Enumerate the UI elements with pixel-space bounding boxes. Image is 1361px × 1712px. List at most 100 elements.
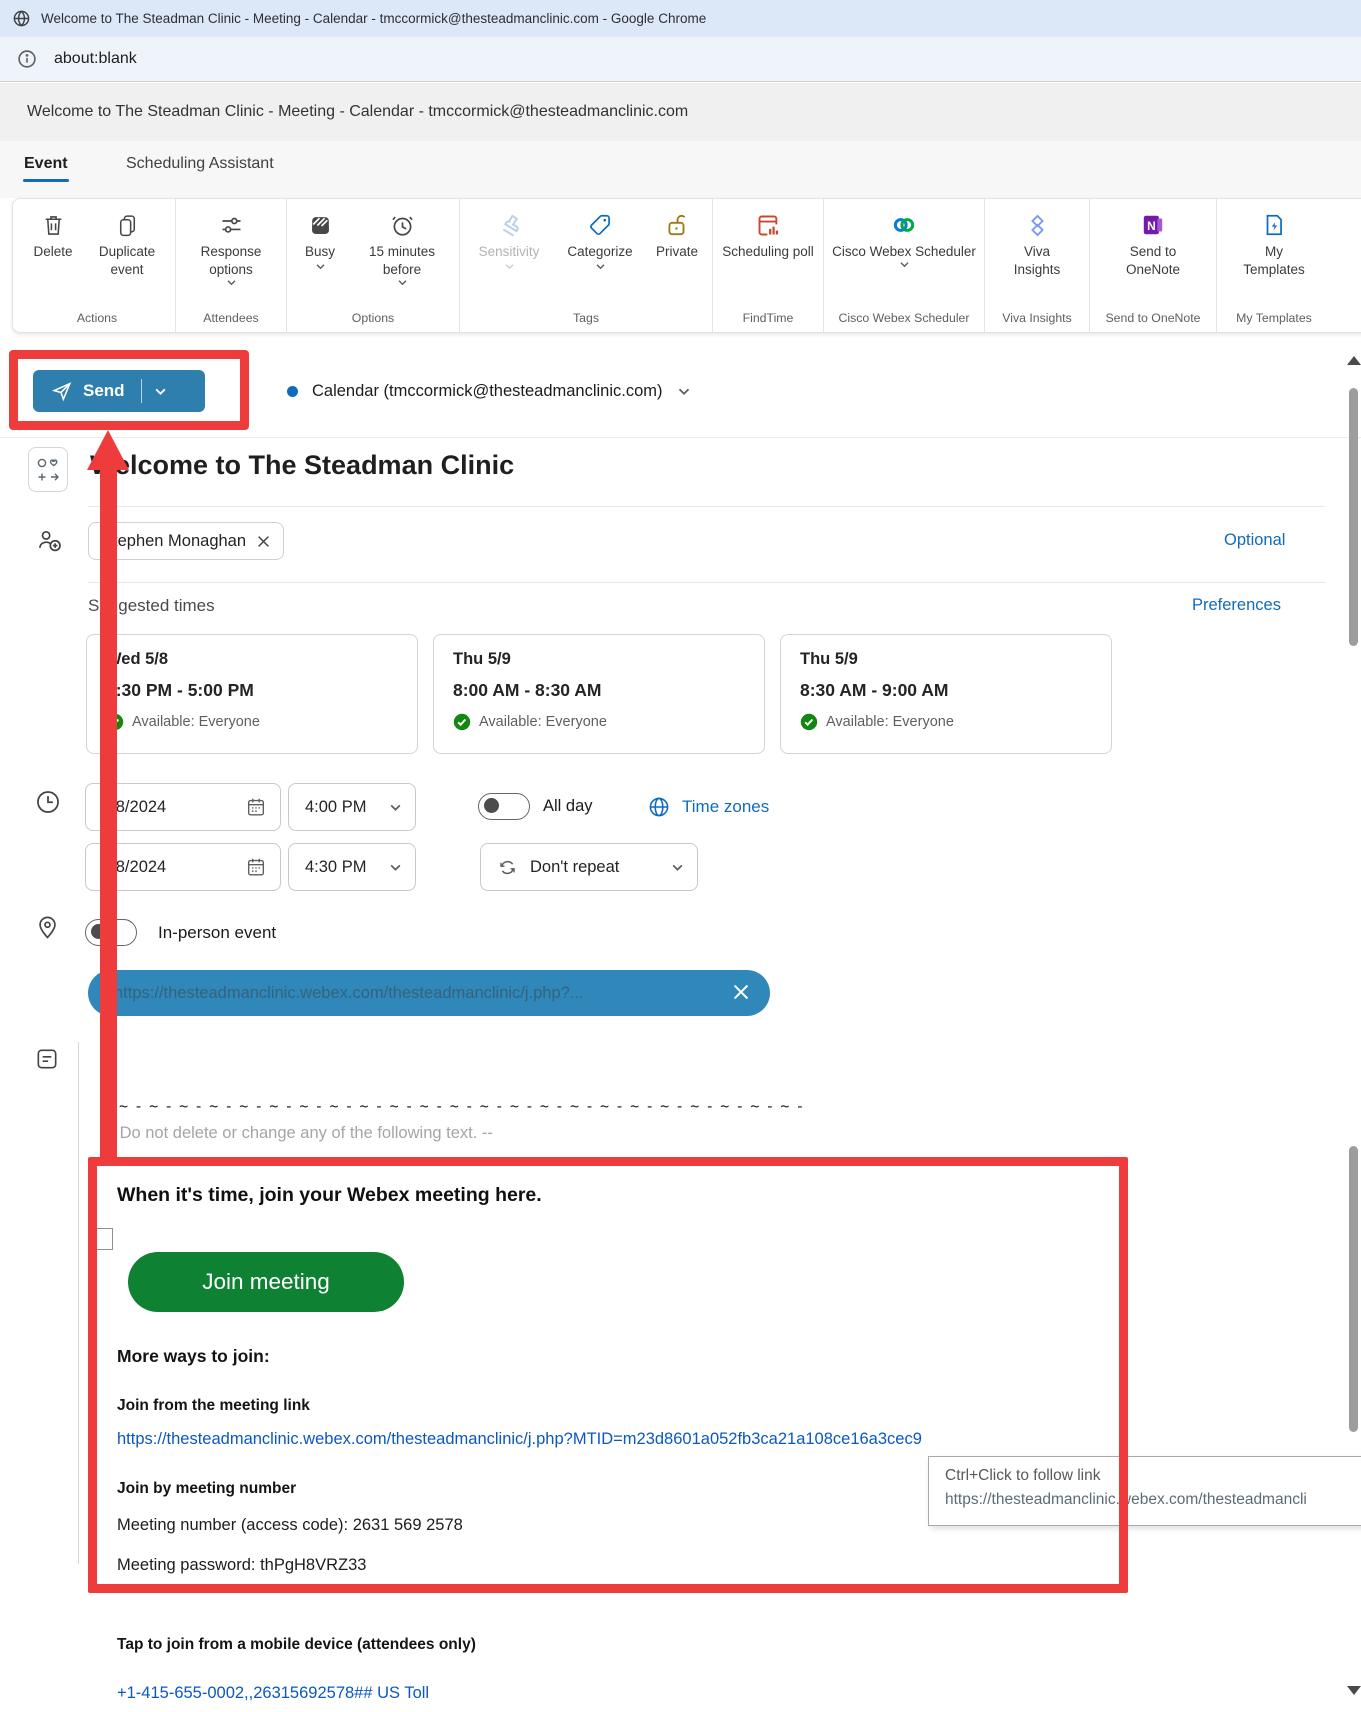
calendar-selector[interactable]: Calendar (tmccormick@thesteadmanclinic.c…: [287, 370, 691, 412]
ribbon-group-label: Attendees: [203, 311, 259, 325]
reminder-button[interactable]: 15 minutes before: [349, 199, 455, 286]
address-bar[interactable]: about:blank: [0, 37, 1361, 82]
more-ways-heading: More ways to join:: [117, 1346, 270, 1366]
scrollbar-thumb[interactable]: [1349, 388, 1358, 646]
calendar-icon[interactable]: [245, 856, 267, 878]
chevron-down-icon: [504, 264, 514, 270]
preferences-link[interactable]: Preferences: [1192, 596, 1281, 615]
url-text[interactable]: about:blank: [54, 50, 137, 68]
suggested-date: Wed 5/8: [106, 650, 169, 668]
availability-text: Available: Everyone: [479, 714, 607, 730]
send-to-onenote-button[interactable]: N Send to OneNote: [1094, 199, 1212, 279]
all-day-label: All day: [543, 797, 593, 815]
chevron-down-icon: [155, 388, 166, 395]
suggested-time-card[interactable]: Thu 5/9 8:30 AM - 9:00 AM Available: Eve…: [780, 634, 1112, 754]
sensitivity-button: Sensitivity: [464, 199, 554, 270]
link-tooltip: Ctrl+Click to follow link https://theste…: [928, 1456, 1361, 1526]
ribbon-button-label: My Templates: [1243, 244, 1305, 277]
ribbon-group-tags: Sensitivity Categorize Private Tags: [459, 199, 712, 332]
my-templates-button[interactable]: My Templates: [1221, 199, 1327, 279]
event-charm-picker-button[interactable]: [28, 447, 68, 492]
send-button[interactable]: Send: [33, 370, 205, 412]
categorize-button[interactable]: Categorize: [554, 199, 646, 270]
ribbon-group-label: Send to OneNote: [1105, 311, 1201, 325]
join-meeting-button[interactable]: Join meeting: [128, 1252, 404, 1312]
event-title[interactable]: Welcome to The Steadman Clinic: [90, 450, 514, 481]
location-pin-icon: [34, 914, 61, 946]
suggested-time: 8:00 AM - 8:30 AM: [453, 680, 602, 700]
tooltip-url: https://thesteadmanclinic.webex.com/thes…: [945, 1491, 1307, 1508]
meeting-number-heading: Join by meeting number: [117, 1480, 297, 1497]
attendee-chip[interactable]: Stephen Monaghan: [88, 522, 285, 560]
chevron-down-icon: [397, 279, 407, 285]
send-split-divider: [140, 379, 142, 403]
divider: [88, 506, 1325, 507]
all-day-toggle[interactable]: [478, 793, 530, 820]
ribbon-group-label: Tags: [573, 311, 599, 325]
scrollbar-thumb[interactable]: [1349, 1146, 1358, 1432]
end-date-field[interactable]: 5/8/2024: [85, 843, 281, 891]
mobile-join-number-link[interactable]: +1-415-655-0002,,26315692578## US Toll: [117, 1684, 429, 1703]
in-person-label: In-person event: [158, 923, 277, 942]
info-icon[interactable]: [16, 48, 38, 70]
attendee-name: Stephen Monaghan: [102, 531, 247, 550]
ribbon-button-label: Viva Insights: [1013, 244, 1061, 277]
calendar-icon[interactable]: [245, 796, 267, 818]
scheduling-poll-button[interactable]: Scheduling poll: [717, 199, 819, 261]
suggested-date: Thu 5/9: [453, 650, 511, 668]
time-zones-link[interactable]: Time zones: [682, 797, 769, 817]
optional-attendees-link[interactable]: Optional: [1224, 531, 1285, 550]
end-time-value: 4:30 PM: [305, 857, 367, 876]
scrollbar-down-icon[interactable]: [1347, 1686, 1361, 1695]
send-dropdown-chevron[interactable]: [154, 387, 167, 396]
remove-location-icon[interactable]: [732, 983, 750, 1001]
suggested-date: Thu 5/9: [800, 650, 858, 668]
webex-location-pill[interactable]: https://thesteadmanclinic.webex.com/thes…: [88, 970, 770, 1016]
private-button[interactable]: Private: [646, 199, 708, 261]
onenote-icon: N: [1140, 210, 1166, 240]
start-date-field[interactable]: 5/8/2024: [85, 783, 281, 831]
busy-status-button[interactable]: Busy: [291, 199, 349, 270]
charm-icons: [37, 458, 59, 481]
remove-attendee-icon[interactable]: [257, 535, 270, 548]
page-header-text: Welcome to The Steadman Clinic - Meeting…: [27, 103, 689, 120]
in-person-toggle[interactable]: [85, 919, 137, 946]
start-time-value: 4:00 PM: [305, 797, 367, 816]
image-placeholder-box: [96, 1228, 113, 1250]
tab-scheduling-assistant[interactable]: Scheduling Assistant: [126, 155, 274, 173]
repeat-value: Don't repeat: [530, 857, 620, 876]
delete-button[interactable]: Delete: [23, 199, 83, 261]
do-not-delete-notice: -- Do not delete or change any of the fo…: [104, 1124, 493, 1142]
tab-event[interactable]: Event: [23, 155, 69, 182]
copy-icon: [115, 210, 140, 240]
cisco-webex-scheduler-button[interactable]: Cisco Webex Scheduler: [828, 199, 980, 268]
svg-text:N: N: [1147, 219, 1156, 233]
ribbon-button-label: Send to OneNote: [1125, 244, 1181, 277]
globe-icon: [12, 9, 31, 28]
duplicate-event-button[interactable]: Duplicate event: [83, 199, 171, 279]
viva-insights-button[interactable]: Viva Insights: [989, 199, 1085, 279]
meeting-link[interactable]: https://thesteadmanclinic.webex.com/thes…: [117, 1430, 922, 1449]
ribbon-group-label: Actions: [76, 311, 118, 325]
scrollbar-up-icon[interactable]: [1347, 356, 1361, 365]
response-options-button[interactable]: Response options: [180, 199, 282, 286]
templates-icon: [1261, 210, 1287, 240]
chevron-down-icon: [595, 264, 605, 270]
globe-timezone-icon: [647, 795, 671, 824]
start-time-field[interactable]: 4:00 PM: [288, 783, 416, 831]
busy-icon: [308, 210, 333, 240]
viva-insights-icon: [1024, 210, 1051, 240]
ribbon-button-label: Scheduling poll: [722, 244, 814, 259]
availability-text: Available: Everyone: [132, 714, 260, 730]
suggested-time-card[interactable]: Wed 5/8 4:30 PM - 5:00 PM Available: Eve…: [86, 634, 418, 754]
repeat-field[interactable]: Don't repeat: [480, 843, 698, 891]
suggested-time-card[interactable]: Thu 5/9 8:00 AM - 8:30 AM Available: Eve…: [433, 634, 765, 754]
ribbon-group-onenote: N Send to OneNote Send to OneNote: [1089, 199, 1216, 332]
chrome-window: Welcome to The Steadman Clinic - Meeting…: [0, 0, 1361, 1712]
end-date-value: 5/8/2024: [102, 857, 167, 876]
end-time-field[interactable]: 4:30 PM: [288, 843, 416, 891]
calendar-color-dot: [287, 385, 298, 397]
chevron-down-icon: [672, 864, 683, 871]
open-lock-icon: [664, 210, 690, 240]
chevron-down-icon: [390, 864, 401, 871]
